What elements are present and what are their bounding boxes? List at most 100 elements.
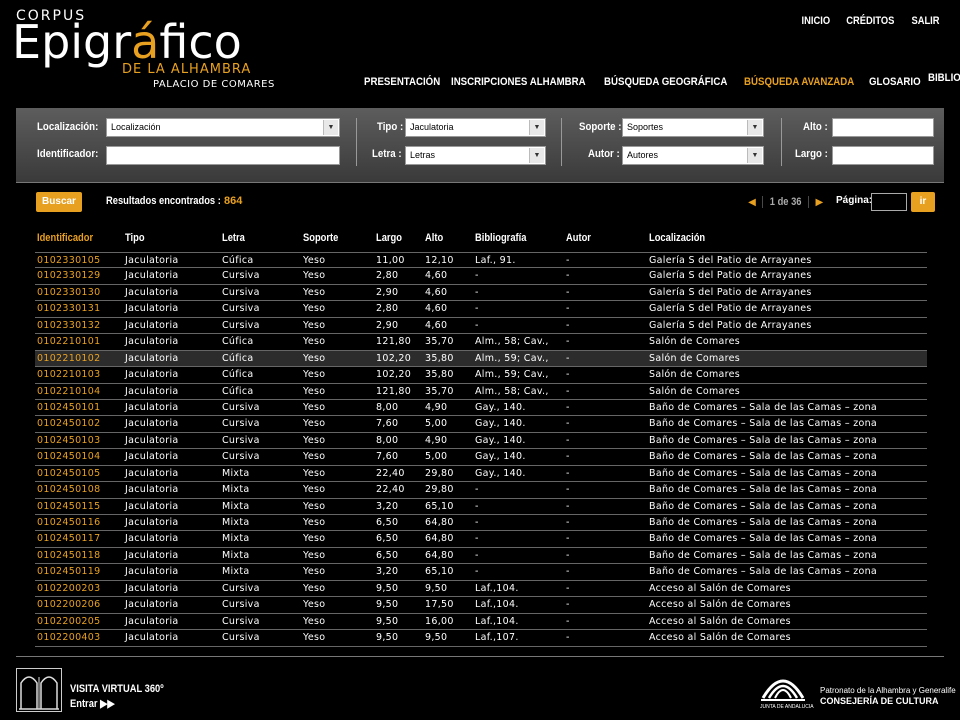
table-row[interactable]: 0102200205 Jaculatoria Cursiva Yeso 9,50 16,0… xyxy=(35,614,927,631)
cell-identificador[interactable]: 0102330132 xyxy=(37,320,100,331)
header-localizacion[interactable]: Localización xyxy=(649,232,705,244)
table-row[interactable]: 0102450104 Jaculatoria Cursiva Yeso 7,60 5,00… xyxy=(35,449,927,466)
cell-identificador[interactable]: 0102450103 xyxy=(37,435,100,446)
table-row[interactable]: 0102330130 Jaculatoria Cursiva Yeso 2,90 4,60… xyxy=(35,285,927,302)
cell-identificador[interactable]: 0102330129 xyxy=(37,270,100,281)
chevron-down-icon[interactable]: ▼ xyxy=(323,120,338,135)
cell-localizacion: Baño de Comares – Sala de las Camas – zo… xyxy=(649,484,878,496)
cell-identificador[interactable]: 0102450118 xyxy=(37,550,100,561)
header-largo[interactable]: Largo xyxy=(376,232,402,244)
nav-glosario[interactable]: GLOSARIO xyxy=(869,76,921,88)
creditos-link[interactable]: CRÉDITOS xyxy=(847,15,895,27)
cell-identificador[interactable]: 0102450108 xyxy=(37,484,100,495)
chevron-down-icon[interactable]: ▼ xyxy=(529,148,544,163)
identificador-input[interactable] xyxy=(106,146,340,165)
table-row[interactable]: 0102450102 Jaculatoria Cursiva Yeso 7,60 5,00… xyxy=(35,416,927,433)
cell-autor: - xyxy=(566,451,570,463)
nav-busqueda-geografica[interactable]: BÚSQUEDA GEOGRÁFICA xyxy=(604,76,727,88)
cell-tipo: Jaculatoria xyxy=(125,369,179,381)
table-row[interactable]: 0102210104 Jaculatoria Cúfica Yeso 121,80 35,… xyxy=(35,384,927,400)
table-row[interactable]: 0102450119 Jaculatoria Mixta Yeso 3,20 65,10 -… xyxy=(35,564,927,581)
nav-bibliografia[interactable]: BIBLIOGRAFÍA xyxy=(928,72,960,84)
table-row[interactable]: 0102330129 Jaculatoria Cursiva Yeso 2,80 4,60… xyxy=(35,268,927,285)
cell-identificador[interactable]: 0102210103 xyxy=(37,369,100,380)
go-button[interactable]: ir xyxy=(911,192,935,212)
virtual-visit-title[interactable]: VISITA VIRTUAL 360º xyxy=(70,683,164,695)
cell-bibliografia: - xyxy=(475,533,479,545)
chevron-down-icon[interactable]: ▼ xyxy=(529,120,544,135)
header-alto[interactable]: Alto xyxy=(425,232,443,244)
header: CORPUS Epigráfico DE LA ALHAMBRA PALACIO… xyxy=(0,0,960,100)
cell-soporte: Yeso xyxy=(303,500,326,512)
table-row[interactable]: 0102200403 Jaculatoria Cursiva Yeso 9,50 9,50… xyxy=(35,630,927,647)
header-soporte[interactable]: Soporte xyxy=(303,232,338,244)
cell-identificador[interactable]: 0102200203 xyxy=(37,583,100,594)
cell-identificador[interactable]: 0102450115 xyxy=(37,501,100,512)
table-row[interactable]: 0102450103 Jaculatoria Cursiva Yeso 8,00 4,90… xyxy=(35,433,927,450)
header-identificador[interactable]: Identificador xyxy=(37,232,93,244)
table-row[interactable]: 0102450116 Jaculatoria Mixta Yeso 6,50 64,80 -… xyxy=(35,515,927,532)
inicio-link[interactable]: INICIO xyxy=(801,15,830,27)
cell-largo: 6,50 xyxy=(376,533,399,545)
table-row[interactable]: 0102450118 Jaculatoria Mixta Yeso 6,50 64,80 -… xyxy=(35,548,927,565)
cell-identificador[interactable]: 0102330131 xyxy=(37,303,100,314)
header-autor[interactable]: Autor xyxy=(566,232,591,244)
cell-identificador[interactable]: 0102210102 xyxy=(37,353,100,364)
table-row[interactable]: 0102330132 Jaculatoria Cursiva Yeso 2,90 4,60… xyxy=(35,318,927,335)
table-row[interactable]: 0102450117 Jaculatoria Mixta Yeso 6,50 64,80 -… xyxy=(35,531,927,548)
table-row[interactable]: 0102450101 Jaculatoria Cursiva Yeso 8,00 4,90… xyxy=(35,400,927,417)
table-row[interactable]: 0102330105 Jaculatoria Cúfica Yeso 11,00 12,1… xyxy=(35,252,927,269)
cell-identificador[interactable]: 0102330130 xyxy=(37,287,100,298)
arch-icon[interactable] xyxy=(16,668,62,712)
header-bibliografia[interactable]: Bibliografía xyxy=(475,232,526,244)
cell-identificador[interactable]: 0102200205 xyxy=(37,616,100,627)
header-tipo[interactable]: Tipo xyxy=(125,232,145,244)
buscar-button[interactable]: Buscar xyxy=(36,192,82,212)
cell-identificador[interactable]: 0102200403 xyxy=(37,632,100,643)
cell-identificador[interactable]: 0102330105 xyxy=(37,255,100,266)
autor-select[interactable]: Autores ▼ xyxy=(622,146,764,165)
cell-autor: - xyxy=(566,517,570,528)
prev-page-icon[interactable]: ◀ xyxy=(746,197,758,208)
chevron-down-icon[interactable]: ▼ xyxy=(747,148,762,163)
next-page-icon[interactable]: ▶ xyxy=(813,197,825,208)
chevron-down-icon[interactable]: ▼ xyxy=(747,120,762,135)
soporte-select[interactable]: Soportes ▼ xyxy=(622,118,764,137)
pager: ◀ 1 de 36 ▶ xyxy=(746,192,825,212)
cell-identificador[interactable]: 0102450116 xyxy=(37,517,100,528)
cell-identificador[interactable]: 0102450101 xyxy=(37,402,100,413)
cell-identificador[interactable]: 0102450105 xyxy=(37,468,100,479)
table-row[interactable]: 0102210102 Jaculatoria Cúfica Yeso 102,20 35,… xyxy=(35,350,927,368)
nav-presentacion[interactable]: PRESENTACIÓN xyxy=(364,76,440,88)
table-row[interactable]: 0102210101 Jaculatoria Cúfica Yeso 121,80 35,… xyxy=(35,334,927,351)
localizacion-select[interactable]: Localización ▼ xyxy=(106,118,340,137)
alto-input[interactable] xyxy=(832,118,934,137)
cell-identificador[interactable]: 0102200206 xyxy=(37,599,100,610)
divider xyxy=(356,118,357,166)
nav-busqueda-avanzada[interactable]: BÚSQUEDA AVANZADA xyxy=(744,76,854,88)
largo-input[interactable] xyxy=(832,146,934,165)
cell-identificador[interactable]: 0102450102 xyxy=(37,418,100,429)
table-row[interactable]: 0102200203 Jaculatoria Cursiva Yeso 9,50 9,50… xyxy=(35,581,927,598)
cell-identificador[interactable]: 0102210101 xyxy=(37,336,100,347)
table-row[interactable]: 0102450105 Jaculatoria Mixta Yeso 22,40 29,80… xyxy=(35,466,927,483)
tipo-select[interactable]: Jaculatoria ▼ xyxy=(405,118,546,137)
salir-link[interactable]: SALIR xyxy=(911,15,939,27)
cell-identificador[interactable]: 0102210104 xyxy=(37,386,100,397)
table-row[interactable]: 0102330131 Jaculatoria Cursiva Yeso 2,80 4,60… xyxy=(35,301,927,318)
cell-bibliografia: Alm., 58; Cav., xyxy=(475,385,549,397)
cell-identificador[interactable]: 0102450104 xyxy=(37,451,100,462)
table-row[interactable]: 0102450108 Jaculatoria Mixta Yeso 22,40 29,80… xyxy=(35,482,927,499)
nav-inscripciones[interactable]: INSCRIPCIONES ALHAMBRA xyxy=(451,76,586,88)
page-input[interactable] xyxy=(871,193,907,211)
cell-identificador[interactable]: 0102450119 xyxy=(37,566,100,577)
letra-select[interactable]: Letras ▼ xyxy=(405,146,546,165)
table-row[interactable]: 0102450115 Jaculatoria Mixta Yeso 3,20 65,10 -… xyxy=(35,499,927,515)
virtual-visit-enter[interactable]: Entrar ▶▶ xyxy=(70,697,115,710)
table-row[interactable]: 0102210103 Jaculatoria Cúfica Yeso 102,20 35,… xyxy=(35,367,927,384)
cell-tipo: Jaculatoria xyxy=(125,615,179,627)
cell-identificador[interactable]: 0102450117 xyxy=(37,533,100,544)
header-letra[interactable]: Letra xyxy=(222,232,245,244)
table-row[interactable]: 0102200206 Jaculatoria Cursiva Yeso 9,50 17,5… xyxy=(35,597,927,614)
cell-localizacion: Baño de Comares – Sala de las Camas – zo… xyxy=(649,517,878,528)
